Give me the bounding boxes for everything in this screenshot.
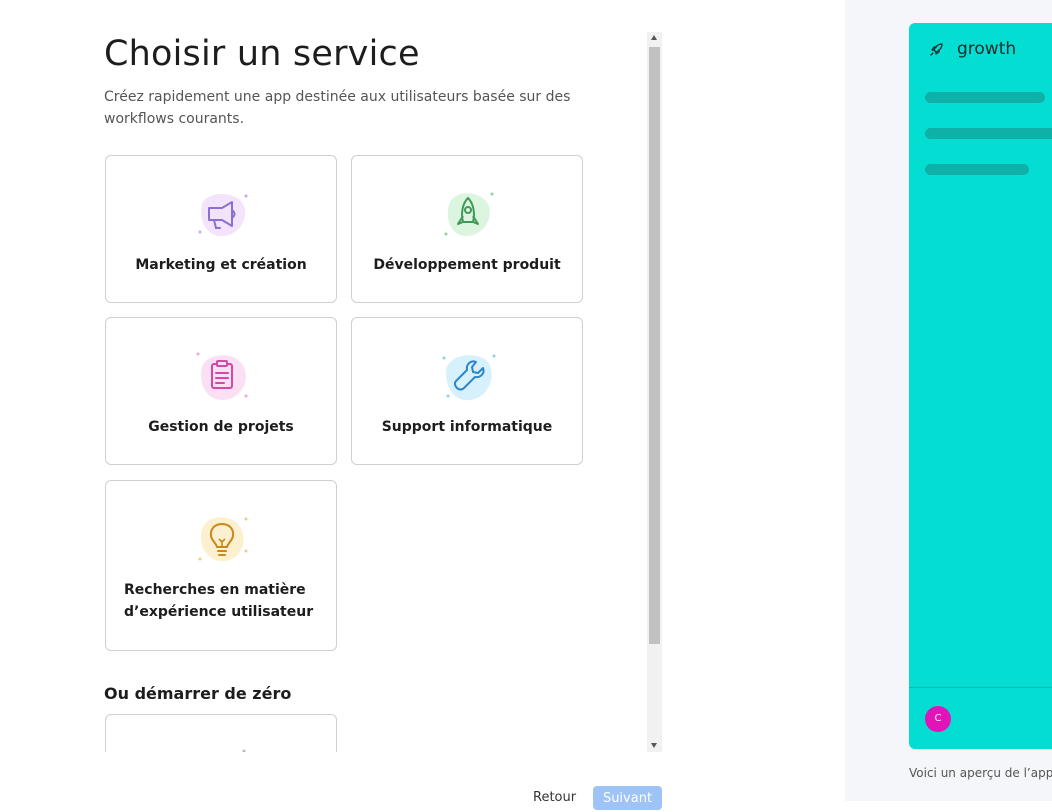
service-card-marketing[interactable]: Marketing et création: [105, 155, 337, 303]
placeholder-bar: [925, 92, 1045, 103]
service-card-product[interactable]: Développement produit: [351, 155, 583, 303]
placeholder-bar: [925, 128, 1052, 139]
scroll-up-icon[interactable]: [651, 35, 657, 40]
app-preview: growth C: [909, 23, 1052, 749]
rocket-icon: [930, 43, 943, 56]
scroll-down-icon[interactable]: [651, 743, 657, 748]
blank-app-icon: [192, 743, 252, 752]
service-card-label: Support informatique: [381, 419, 553, 435]
preview-caption: Voici un aperçu de l’app.: [909, 766, 1052, 780]
clipboard-icon: [192, 346, 252, 406]
service-card-label: Recherches en matière d’expérience utili…: [124, 582, 314, 620]
preview-app-name: growth: [957, 39, 1017, 59]
service-card-ux-research[interactable]: Recherches en matière d’expérience utili…: [105, 480, 337, 651]
next-button[interactable]: Suivant: [593, 786, 662, 810]
scroll-area[interactable]: Choisir un service Créez rapidement une …: [0, 32, 662, 752]
back-button[interactable]: Retour: [533, 790, 576, 805]
scroll-thumb[interactable]: [649, 47, 660, 644]
wrench-icon: [438, 346, 498, 406]
service-picker-pane: Choisir un service Créez rapidement une …: [0, 0, 845, 810]
service-card-projects[interactable]: Gestion de projets: [105, 317, 337, 465]
service-card-label: Développement produit: [373, 257, 561, 273]
preview-divider: [909, 687, 1052, 688]
scroll-content: Choisir un service Créez rapidement une …: [104, 32, 634, 752]
scratch-card[interactable]: [105, 714, 337, 752]
app-preview-pane: growth C Voici un aperçu de l’app.: [845, 0, 1052, 801]
service-card-label: Marketing et création: [135, 257, 307, 273]
scratch-section-title: Ou démarrer de zéro: [104, 684, 292, 703]
page-title: Choisir un service: [104, 34, 420, 74]
avatar: C: [925, 706, 951, 732]
megaphone-icon: [192, 184, 252, 244]
page-subtitle: Créez rapidement une app destinée aux ut…: [104, 89, 571, 127]
lightbulb-icon: [192, 509, 252, 569]
service-card-label: Gestion de projets: [148, 419, 294, 435]
vertical-scrollbar[interactable]: [647, 32, 662, 752]
service-card-it-support[interactable]: Support informatique: [351, 317, 583, 465]
rocket-icon: [438, 184, 498, 244]
placeholder-bar: [925, 164, 1029, 175]
